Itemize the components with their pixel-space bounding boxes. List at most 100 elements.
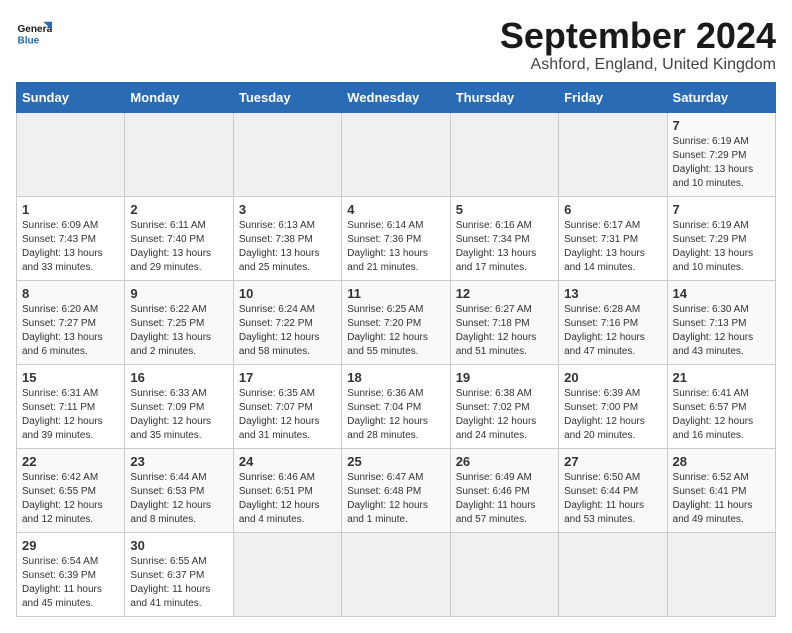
day-info: Sunrise: 6:13 AMSunset: 7:38 PMDaylight:… [239, 219, 336, 275]
day-info: Sunrise: 6:17 AMSunset: 7:31 PMDaylight:… [564, 219, 661, 275]
day-number: 29 [22, 538, 119, 553]
day-info: Sunrise: 6:22 AMSunset: 7:25 PMDaylight:… [130, 303, 227, 359]
day-number: 20 [564, 370, 661, 385]
calendar-cell: 12 Sunrise: 6:27 AMSunset: 7:18 PMDayligh… [450, 280, 558, 364]
day-info: Sunrise: 6:31 AMSunset: 7:11 PMDaylight:… [22, 387, 119, 443]
day-info: Sunrise: 6:28 AMSunset: 7:16 PMDaylight:… [564, 303, 661, 359]
title-area: September 2024 Ashford, England, United … [500, 16, 776, 74]
calendar-cell: 22Sunrise: 6:42 AMSunset: 6:55 PMDayligh… [17, 448, 125, 532]
calendar-week-1: 7Sunrise: 6:19 AMSunset: 7:29 PMDaylight… [17, 112, 776, 196]
calendar-cell: 19 Sunrise: 6:38 AMSunset: 7:02 PMDayligh… [450, 364, 558, 448]
day-number: 23 [130, 454, 227, 469]
calendar-cell [667, 532, 775, 616]
calendar-cell: 15 Sunrise: 6:31 AMSunset: 7:11 PMDayligh… [17, 364, 125, 448]
day-info: Sunrise: 6:24 AMSunset: 7:22 PMDaylight:… [239, 303, 336, 359]
day-number: 14 [673, 286, 770, 301]
page-title: September 2024 [500, 16, 776, 56]
calendar-cell: 17Sunrise: 6:35 AMSunset: 7:07 PMDayligh… [233, 364, 341, 448]
calendar-cell: 13Sunrise: 6:28 AMSunset: 7:16 PMDayligh… [559, 280, 667, 364]
day-number: 9 [130, 286, 227, 301]
calendar-cell [450, 532, 558, 616]
calendar-cell: 3 Sunrise: 6:13 AMSunset: 7:38 PMDaylight… [233, 196, 341, 280]
calendar-cell [559, 112, 667, 196]
calendar-week-5: 22Sunrise: 6:42 AMSunset: 6:55 PMDayligh… [17, 448, 776, 532]
calendar-cell: 1Sunrise: 6:09 AMSunset: 7:43 PMDaylight… [17, 196, 125, 280]
day-number: 5 [456, 202, 553, 217]
day-number: 19 [456, 370, 553, 385]
day-number: 26 [456, 454, 553, 469]
calendar-cell: 9 Sunrise: 6:22 AMSunset: 7:25 PMDaylight… [125, 280, 233, 364]
day-info: Sunrise: 6:47 AMSunset: 6:48 PMDaylight:… [347, 471, 444, 527]
day-info: Sunrise: 6:54 AMSunset: 6:39 PMDaylight:… [22, 555, 119, 611]
day-number: 3 [239, 202, 336, 217]
calendar-cell: 5 Sunrise: 6:16 AMSunset: 7:34 PMDaylight… [450, 196, 558, 280]
calendar-cell: 7Sunrise: 6:19 AMSunset: 7:29 PMDaylight… [667, 112, 775, 196]
calendar-cell: 6 Sunrise: 6:17 AMSunset: 7:31 PMDaylight… [559, 196, 667, 280]
col-tuesday: Tuesday [233, 82, 341, 112]
day-number: 27 [564, 454, 661, 469]
day-number: 22 [22, 454, 119, 469]
calendar-week-4: 15 Sunrise: 6:31 AMSunset: 7:11 PMDayligh… [17, 364, 776, 448]
day-number: 6 [564, 202, 661, 217]
calendar-cell: 29 Sunrise: 6:54 AMSunset: 6:39 PMDayligh… [17, 532, 125, 616]
day-info: Sunrise: 6:52 AMSunset: 6:41 PMDaylight:… [673, 471, 770, 527]
day-info: Sunrise: 6:11 AMSunset: 7:40 PMDaylight:… [130, 219, 227, 275]
calendar-cell [342, 532, 450, 616]
day-info: Sunrise: 6:19 AMSunset: 7:29 PMDaylight:… [673, 219, 770, 275]
calendar-cell: 24Sunrise: 6:46 AMSunset: 6:51 PMDayligh… [233, 448, 341, 532]
col-friday: Friday [559, 82, 667, 112]
col-sunday: Sunday [17, 82, 125, 112]
day-info: Sunrise: 6:16 AMSunset: 7:34 PMDaylight:… [456, 219, 553, 275]
day-number: 18 [347, 370, 444, 385]
calendar-cell: 27 Sunrise: 6:50 AMSunset: 6:44 PMDayligh… [559, 448, 667, 532]
day-number: 11 [347, 286, 444, 301]
calendar-table: Sunday Monday Tuesday Wednesday Thursday… [16, 82, 776, 617]
day-info: Sunrise: 6:33 AMSunset: 7:09 PMDaylight:… [130, 387, 227, 443]
logo-icon: General Blue [16, 16, 52, 52]
page-header: General Blue September 2024 Ashford, Eng… [16, 16, 776, 74]
day-info: Sunrise: 6:27 AMSunset: 7:18 PMDaylight:… [456, 303, 553, 359]
day-info: Sunrise: 6:41 AMSunset: 6:57 PMDaylight:… [673, 387, 770, 443]
calendar-cell [342, 112, 450, 196]
col-saturday: Saturday [667, 82, 775, 112]
day-info: Sunrise: 6:20 AMSunset: 7:27 PMDaylight:… [22, 303, 119, 359]
day-info: Sunrise: 6:38 AMSunset: 7:02 PMDaylight:… [456, 387, 553, 443]
day-info: Sunrise: 6:14 AMSunset: 7:36 PMDaylight:… [347, 219, 444, 275]
day-number: 12 [456, 286, 553, 301]
day-number: 2 [130, 202, 227, 217]
day-number: 4 [347, 202, 444, 217]
calendar-cell [125, 112, 233, 196]
calendar-cell: 14 Sunrise: 6:30 AMSunset: 7:13 PMDayligh… [667, 280, 775, 364]
day-number: 17 [239, 370, 336, 385]
day-number: 30 [130, 538, 227, 553]
day-info: Sunrise: 6:55 AMSunset: 6:37 PMDaylight:… [130, 555, 227, 611]
day-number: 10 [239, 286, 336, 301]
day-info: Sunrise: 6:25 AMSunset: 7:20 PMDaylight:… [347, 303, 444, 359]
calendar-cell [233, 112, 341, 196]
calendar-cell [17, 112, 125, 196]
svg-text:General: General [17, 24, 52, 35]
day-info: Sunrise: 6:30 AMSunset: 7:13 PMDaylight:… [673, 303, 770, 359]
day-info: Sunrise: 6:49 AMSunset: 6:46 PMDaylight:… [456, 471, 553, 527]
day-number: 25 [347, 454, 444, 469]
day-info: Sunrise: 6:50 AMSunset: 6:44 PMDaylight:… [564, 471, 661, 527]
svg-text:Blue: Blue [17, 35, 39, 46]
calendar-cell: 10 Sunrise: 6:24 AMSunset: 7:22 PMDayligh… [233, 280, 341, 364]
calendar-cell: 28 Sunrise: 6:52 AMSunset: 6:41 PMDayligh… [667, 448, 775, 532]
calendar-cell: 20Sunrise: 6:39 AMSunset: 7:00 PMDayligh… [559, 364, 667, 448]
day-number: 15 [22, 370, 119, 385]
day-number: 7 [673, 202, 770, 217]
calendar-cell [233, 532, 341, 616]
calendar-cell [559, 532, 667, 616]
day-number: 28 [673, 454, 770, 469]
calendar-cell: 21Sunrise: 6:41 AMSunset: 6:57 PMDayligh… [667, 364, 775, 448]
calendar-cell: 25 Sunrise: 6:47 AMSunset: 6:48 PMDayligh… [342, 448, 450, 532]
calendar-cell: 2 Sunrise: 6:11 AMSunset: 7:40 PMDaylight… [125, 196, 233, 280]
calendar-cell: 30 Sunrise: 6:55 AMSunset: 6:37 PMDayligh… [125, 532, 233, 616]
calendar-header-row: Sunday Monday Tuesday Wednesday Thursday… [17, 82, 776, 112]
logo: General Blue [16, 16, 52, 52]
day-number: 16 [130, 370, 227, 385]
col-thursday: Thursday [450, 82, 558, 112]
col-wednesday: Wednesday [342, 82, 450, 112]
calendar-cell: 11 Sunrise: 6:25 AMSunset: 7:20 PMDayligh… [342, 280, 450, 364]
